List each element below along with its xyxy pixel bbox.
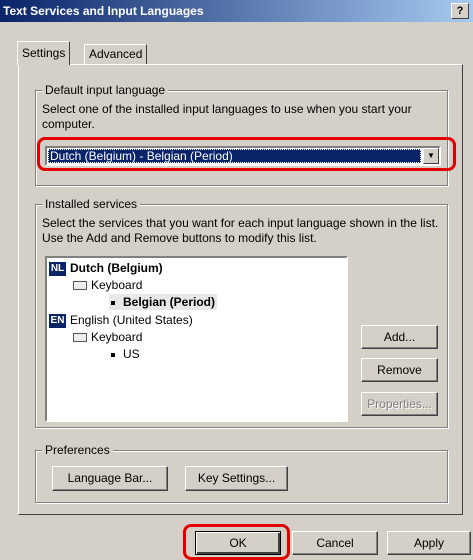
default-language-dropdown[interactable]: Dutch (Belgium) - Belgian (Period) ▼	[45, 146, 441, 166]
ok-button[interactable]: OK	[195, 531, 281, 555]
bullet-icon	[111, 300, 115, 305]
default-language-legend: Default input language	[42, 83, 169, 97]
service-label-dutch: Keyboard	[91, 278, 143, 292]
key-settings-button[interactable]: Key Settings...	[185, 466, 288, 491]
preferences-group: Preferences Language Bar... Key Settings…	[35, 443, 448, 503]
language-name-dutch: Dutch (Belgium)	[70, 261, 163, 275]
services-list[interactable]: NL Dutch (Belgium) Keyboard Belgian (Peri…	[45, 256, 348, 422]
preferences-legend: Preferences	[42, 443, 113, 457]
default-language-group: Default input language Select one of the…	[35, 83, 448, 186]
keyboard-icon	[73, 333, 87, 343]
add-button[interactable]: Add...	[361, 325, 438, 349]
window-title: Text Services and Input Languages	[3, 4, 204, 18]
default-language-selected: Dutch (Belgium) - Belgian (Period)	[48, 149, 421, 163]
service-label-english: Keyboard	[91, 330, 143, 344]
help-button[interactable]: ?	[451, 3, 469, 19]
installed-services-legend: Installed services	[42, 197, 141, 211]
remove-button[interactable]: Remove	[361, 358, 438, 382]
nl-badge-icon: NL	[49, 261, 66, 276]
list-item-layout-us[interactable]: US	[111, 346, 140, 362]
cancel-button[interactable]: Cancel	[292, 531, 378, 555]
tab-advanced-label: Advanced	[89, 47, 143, 61]
list-item-service-keyboard-english[interactable]: Keyboard	[73, 329, 142, 345]
tab-advanced[interactable]: Advanced	[84, 44, 148, 65]
language-name-english: English (United States)	[70, 313, 193, 327]
tab-settings[interactable]: Settings	[17, 41, 71, 65]
apply-button[interactable]: Apply	[387, 531, 471, 555]
installed-services-description: Select the services that you want for ea…	[42, 216, 439, 245]
list-item-service-keyboard-dutch[interactable]: Keyboard	[73, 277, 142, 293]
title-bar[interactable]: Text Services and Input Languages ?	[0, 0, 473, 22]
properties-button[interactable]: Properties...	[361, 392, 438, 416]
tab-settings-label: Settings	[22, 46, 66, 60]
settings-panel: Default input language Select one of the…	[18, 64, 463, 515]
default-language-description: Select one of the installed input langua…	[42, 102, 412, 131]
list-item-language-english[interactable]: EN English (United States)	[49, 312, 193, 328]
list-item-language-dutch[interactable]: NL Dutch (Belgium)	[49, 260, 163, 276]
bullet-icon	[111, 352, 115, 357]
installed-services-group: Installed services Select the services t…	[35, 197, 448, 428]
layout-label-belgian: Belgian (Period)	[123, 295, 216, 309]
en-badge-icon: EN	[49, 313, 66, 328]
keyboard-icon	[73, 281, 87, 291]
layout-label-us: US	[123, 347, 140, 361]
chevron-down-icon[interactable]: ▼	[423, 148, 439, 164]
list-item-layout-belgian[interactable]: Belgian (Period)	[109, 294, 218, 310]
dialog-window: Text Services and Input Languages ? Sett…	[0, 0, 473, 560]
language-bar-button[interactable]: Language Bar...	[52, 466, 168, 491]
